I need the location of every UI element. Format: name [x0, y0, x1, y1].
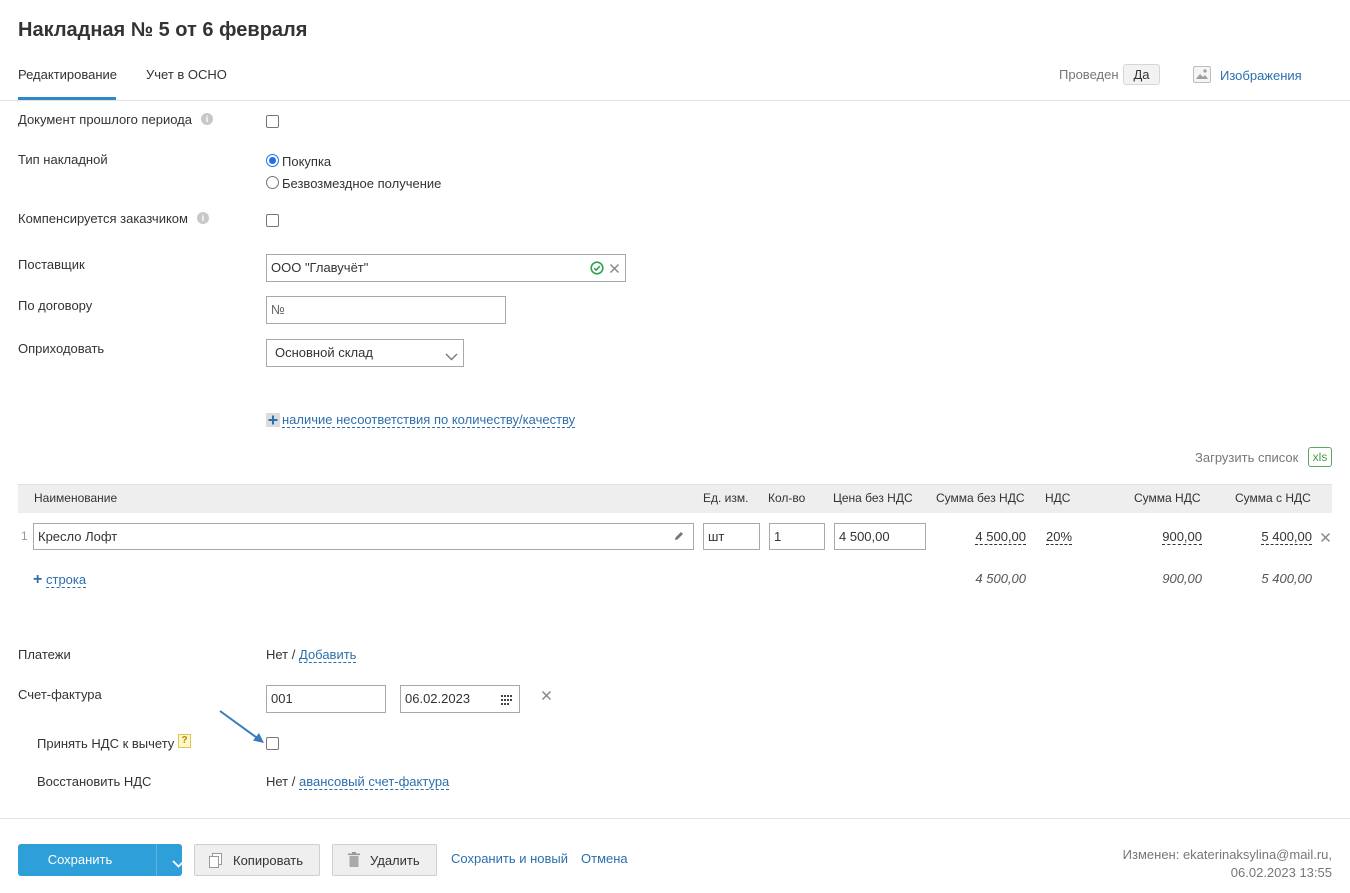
price-field[interactable]: 4 500,00: [834, 523, 926, 550]
contract-label: По договору: [18, 298, 93, 313]
images-link[interactable]: Изображения: [1220, 68, 1302, 83]
invoice-number-value: 001: [271, 691, 293, 706]
discrepancy-link[interactable]: наличие несоответствия по количеству/кач…: [282, 413, 576, 428]
copy-button-label: Копировать: [233, 853, 303, 868]
radio-free-receipt[interactable]: [266, 176, 279, 189]
trash-icon: [348, 852, 360, 870]
payments-label: Платежи: [18, 647, 71, 662]
vat-sum-link[interactable]: 900,00: [1162, 529, 1202, 545]
tab-editing[interactable]: Редактирование: [18, 67, 117, 82]
delete-button[interactable]: Удалить: [332, 844, 437, 876]
posted-toggle[interactable]: Да: [1123, 64, 1160, 85]
col-vat: НДС: [1045, 491, 1071, 505]
add-row-link[interactable]: строка: [46, 573, 87, 588]
page-title: Накладная № 5 от 6 февраля: [18, 19, 308, 41]
sum-with-vat-link[interactable]: 5 400,00: [1261, 529, 1312, 545]
save-and-new-link[interactable]: Сохранить и новый: [451, 851, 568, 866]
chevron-down-icon[interactable]: [172, 856, 185, 871]
col-unit: Ед. изм.: [703, 491, 749, 505]
sum-no-vat-link[interactable]: 4 500,00: [975, 529, 1026, 545]
contract-placeholder: №: [271, 302, 285, 317]
check-circle-icon: [590, 261, 604, 278]
qty-field[interactable]: 1: [769, 523, 825, 550]
xls-upload-button[interactable]: xls: [1308, 447, 1332, 467]
warehouse-value: Основной склад: [275, 345, 373, 360]
receive-label: Оприходовать: [18, 341, 105, 356]
payments-value: Нет /: [266, 647, 296, 662]
item-name-value: Кресло Лофт: [38, 529, 118, 544]
arrow-annotation: [216, 708, 268, 749]
pencil-icon[interactable]: [673, 530, 685, 545]
modified-info: Изменен: ekaterinaksylina@mail.ru, 06.02…: [1123, 846, 1332, 882]
supplier-field[interactable]: ООО "Главучёт": [266, 254, 626, 282]
invoice-date-value: 06.02.2023: [405, 691, 471, 706]
price-value: 4 500,00: [839, 529, 890, 544]
unit-field[interactable]: шт: [703, 523, 760, 550]
modified-at: 06.02.2023 13:55: [1230, 865, 1332, 880]
col-vat-sum: Сумма НДС: [1134, 491, 1201, 505]
calendar-icon[interactable]: [501, 693, 512, 708]
supplier-label: Поставщик: [18, 257, 85, 272]
add-payment-link[interactable]: Добавить: [299, 648, 357, 663]
vat-rate-link[interactable]: 20%: [1046, 529, 1073, 545]
col-price: Цена без НДС: [833, 491, 913, 505]
save-button-label: Сохранить: [47, 852, 113, 867]
copy-icon: [209, 853, 222, 871]
advance-invoice-link[interactable]: авансовый счет-фактура: [299, 775, 450, 790]
posted-label: Проведен: [1059, 67, 1119, 82]
footer-divider: [0, 818, 1350, 819]
total-vat-sum: 900,00: [1162, 571, 1202, 586]
help-icon[interactable]: ?: [178, 734, 191, 748]
clear-icon[interactable]: [609, 262, 620, 277]
restore-vat-value: Нет /: [266, 774, 296, 789]
total-sum-with-vat: 5 400,00: [1261, 571, 1312, 586]
tab-osno-accounting[interactable]: Учет в ОСНО: [146, 67, 227, 82]
contract-field[interactable]: №: [266, 296, 506, 324]
save-button[interactable]: Сохранить: [18, 844, 185, 876]
warehouse-select[interactable]: Основной склад: [266, 339, 464, 367]
radio-free-receipt-label: Безвозмездное получение: [282, 176, 442, 191]
supplier-value: ООО "Главучёт": [271, 260, 369, 275]
qty-value: 1: [774, 529, 782, 544]
clear-icon[interactable]: [541, 689, 552, 704]
unit-value: шт: [708, 529, 725, 544]
prev-period-checkbox[interactable]: [266, 115, 279, 128]
radio-purchase-label: Покупка: [282, 154, 332, 169]
item-name-field[interactable]: Кресло Лофт: [33, 523, 694, 550]
col-sum-with-vat: Сумма с НДС: [1235, 491, 1311, 505]
col-qty: Кол-во: [768, 491, 806, 505]
info-icon: i: [201, 113, 213, 125]
prev-period-label: Документ прошлого периода: [18, 112, 192, 127]
compensated-checkbox[interactable]: [266, 214, 279, 227]
delete-button-label: Удалить: [370, 853, 420, 868]
plus-icon[interactable]: [266, 413, 280, 427]
invoice-type-label: Тип накладной: [18, 152, 108, 167]
row-number: 1: [21, 529, 28, 543]
total-sum-no-vat: 4 500,00: [975, 571, 1026, 586]
header-divider: [0, 100, 1350, 101]
invoice-number-field[interactable]: 001: [266, 685, 386, 713]
vat-deduction-label: Принять НДС к вычету: [37, 736, 175, 751]
invoice-label: Счет-фактура: [18, 687, 102, 702]
plus-icon[interactable]: +: [33, 572, 42, 588]
col-name: Наименование: [34, 491, 118, 505]
chevron-down-icon: [445, 349, 458, 364]
modified-by: Изменен: ekaterinaksylina@mail.ru,: [1122, 847, 1332, 862]
cancel-link[interactable]: Отмена: [581, 851, 628, 866]
col-sum-no-vat: Сумма без НДС: [936, 491, 1025, 505]
remove-row-icon[interactable]: [1320, 531, 1331, 546]
save-button-separator: [156, 844, 157, 876]
restore-vat-label: Восстановить НДС: [37, 774, 152, 789]
load-list-label: Загрузить список: [1195, 450, 1299, 465]
copy-button[interactable]: Копировать: [194, 844, 320, 876]
compensated-label: Компенсируется заказчиком: [18, 211, 188, 226]
info-icon: i: [197, 212, 209, 224]
radio-purchase[interactable]: [266, 154, 279, 167]
image-icon[interactable]: [1193, 66, 1211, 83]
